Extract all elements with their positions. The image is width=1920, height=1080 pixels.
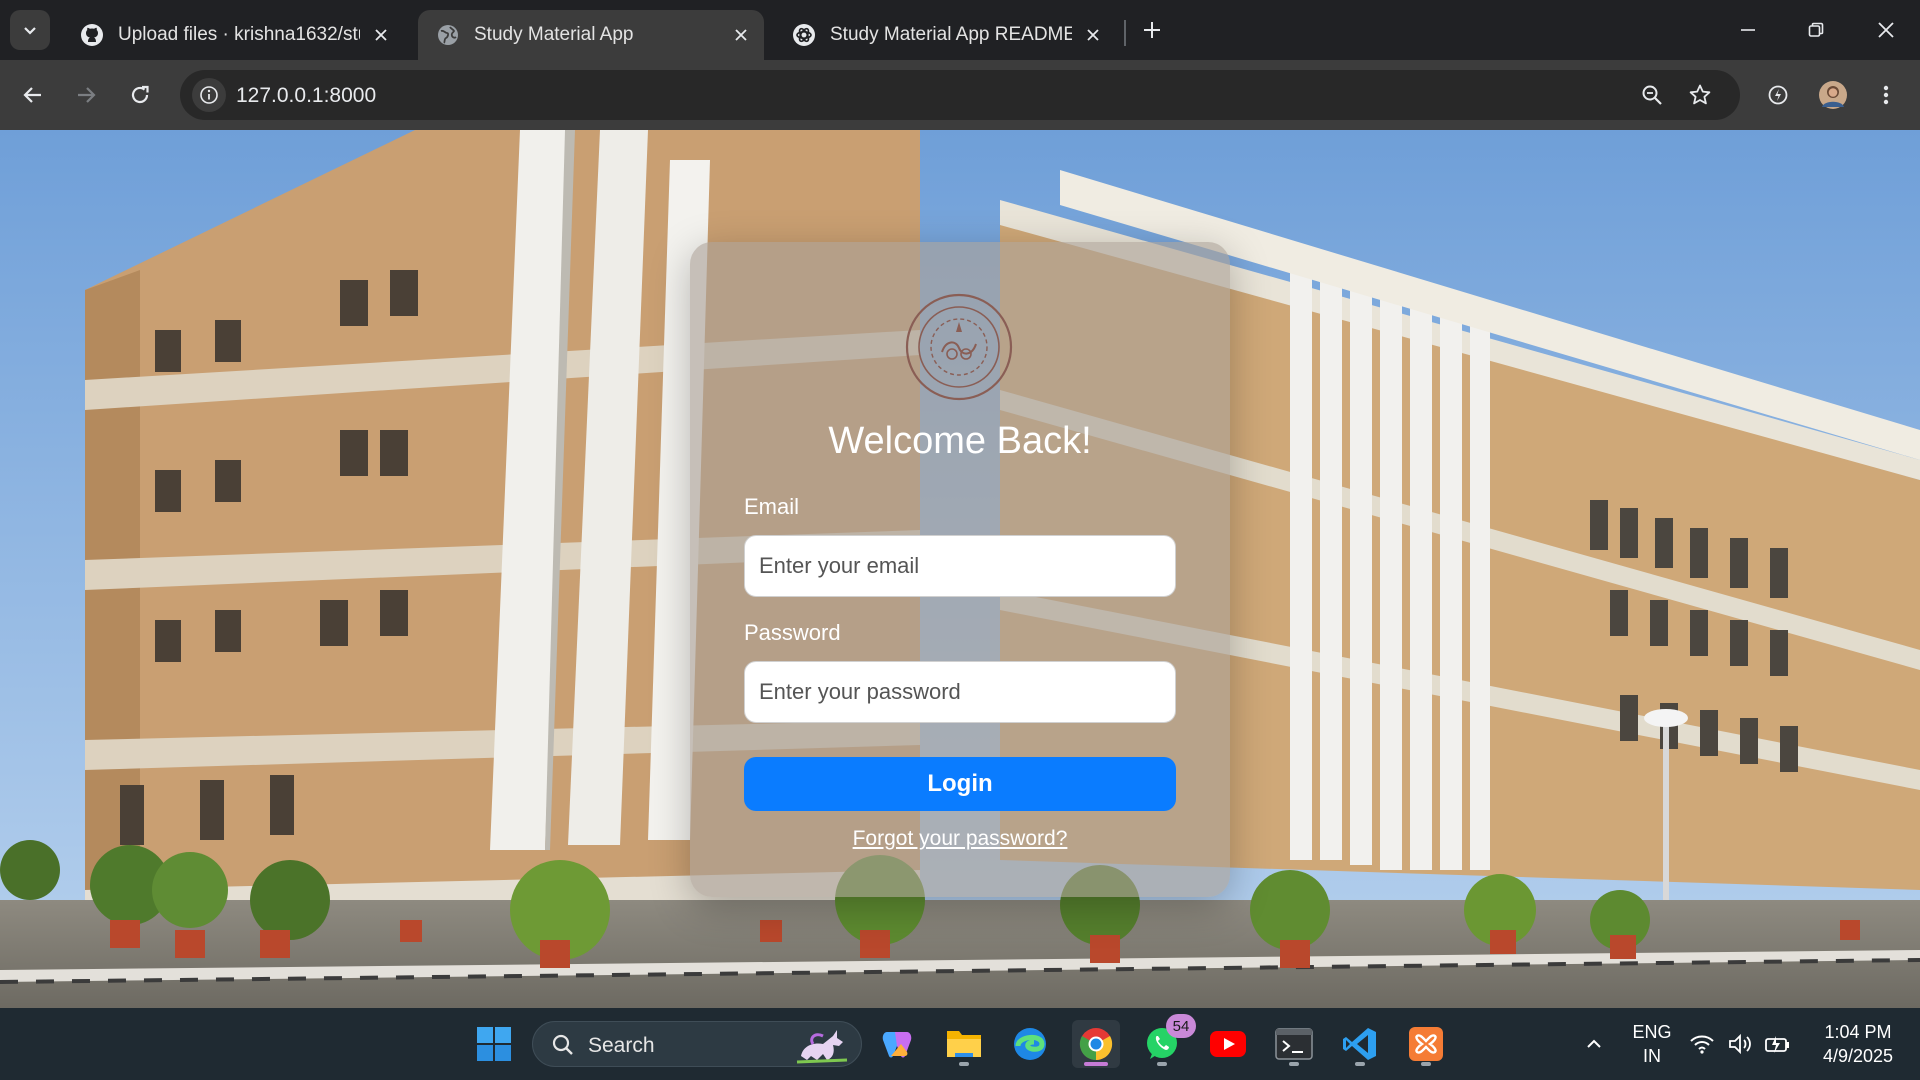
plus-icon — [1144, 22, 1160, 38]
notification-badge: 54 — [1166, 1014, 1196, 1038]
restore-icon — [1808, 22, 1824, 37]
browser-toolbar: 127.0.0.1:8000 — [0, 60, 1920, 130]
new-tab-button[interactable] — [1136, 14, 1168, 46]
search-icon — [552, 1034, 573, 1055]
taskbar-file-explorer[interactable] — [940, 1020, 988, 1068]
taskbar-youtube[interactable] — [1204, 1020, 1252, 1068]
profile-avatar[interactable] — [1813, 75, 1853, 115]
url-text[interactable]: 127.0.0.1:8000 — [236, 84, 376, 108]
back-button[interactable] — [13, 75, 53, 115]
tab-divider — [1124, 20, 1126, 46]
minimize-button[interactable] — [1726, 12, 1770, 48]
edge-icon — [1014, 1028, 1046, 1060]
college-seal-logo — [905, 293, 1013, 401]
close-icon[interactable] — [370, 24, 392, 46]
xampp-icon — [1409, 1027, 1443, 1061]
close-icon[interactable] — [730, 24, 752, 46]
close-icon — [1878, 22, 1894, 38]
search-label: Search — [588, 1034, 655, 1057]
github-icon — [80, 23, 104, 47]
tab-title: Study Material App README — [830, 24, 1072, 45]
clock-date[interactable]: 4/9/2025 — [1800, 1046, 1916, 1067]
file-explorer-icon — [947, 1031, 981, 1057]
extension-icon — [1768, 85, 1788, 105]
page-title: Welcome Back! — [828, 420, 1092, 462]
battery-icon[interactable] — [1760, 1020, 1796, 1068]
extension-button[interactable] — [1758, 75, 1798, 115]
login-button[interactable]: Login — [744, 757, 1176, 811]
clock-time[interactable]: 1:04 PM — [1800, 1022, 1916, 1043]
language-indicator-top[interactable]: ENG — [1628, 1022, 1676, 1043]
browser-tab-strip: Upload files · krishna1632/study Study M… — [0, 0, 1920, 60]
copilot-icon — [882, 1032, 912, 1058]
password-field[interactable] — [744, 661, 1176, 723]
close-window-button[interactable] — [1864, 12, 1908, 48]
taskbar-vscode[interactable] — [1336, 1020, 1384, 1068]
tab-search-button[interactable] — [10, 10, 50, 50]
avatar-icon — [1819, 81, 1847, 109]
address-bar[interactable]: 127.0.0.1:8000 — [180, 70, 1740, 120]
arrow-right-icon — [78, 87, 96, 103]
chevron-down-icon — [24, 27, 36, 35]
chatgpt-icon — [792, 23, 816, 47]
site-info-icon[interactable] — [192, 78, 226, 112]
tab-title: Upload files · krishna1632/study — [118, 24, 360, 45]
show-hidden-icons-button[interactable] — [1570, 1020, 1618, 1068]
chevron-up-icon — [1587, 1039, 1601, 1048]
terminal-icon — [1275, 1028, 1313, 1060]
taskbar-edge[interactable] — [1006, 1020, 1054, 1068]
restore-button[interactable] — [1794, 12, 1838, 48]
browser-menu-button[interactable] — [1866, 75, 1906, 115]
close-icon[interactable] — [1082, 24, 1104, 46]
youtube-icon — [1210, 1031, 1246, 1057]
tab-title: Study Material App — [474, 24, 634, 45]
email-label: Email — [744, 494, 800, 519]
volume-icon[interactable] — [1722, 1020, 1758, 1068]
minimize-icon — [1741, 29, 1755, 31]
tab-readme[interactable]: Study Material App README — [774, 10, 1116, 60]
taskbar-chrome[interactable] — [1072, 1020, 1120, 1068]
chrome-icon — [1079, 1028, 1113, 1061]
password-label: Password — [744, 620, 841, 645]
globe-icon — [436, 23, 460, 47]
reload-icon — [131, 85, 149, 104]
windows-start-button[interactable] — [470, 1020, 518, 1068]
taskbar-search[interactable]: Search — [532, 1021, 862, 1067]
reload-button[interactable] — [120, 75, 160, 115]
windows-taskbar: Search 54 ENG IN 1:04 PM 4/9/2025 — [0, 1008, 1920, 1080]
bookmark-star-icon[interactable] — [1683, 78, 1717, 112]
taskbar-terminal[interactable] — [1270, 1020, 1318, 1068]
arrow-left-icon — [23, 87, 41, 103]
vscode-icon — [1343, 1028, 1376, 1060]
windows-start-icon — [477, 1027, 511, 1061]
login-card: Welcome Back! Email Password Login Forgo… — [690, 242, 1230, 897]
taskbar-xampp[interactable] — [1402, 1020, 1450, 1068]
email-field[interactable] — [744, 535, 1176, 597]
unicorn-icon — [796, 1030, 848, 1064]
language-indicator-bottom[interactable]: IN — [1628, 1046, 1676, 1067]
taskbar-copilot[interactable] — [873, 1020, 921, 1068]
forgot-password-link[interactable]: Forgot your password? — [690, 827, 1230, 851]
tab-study-material-app[interactable]: Study Material App — [418, 10, 764, 60]
tab-upload-files[interactable]: Upload files · krishna1632/study — [62, 10, 404, 60]
forward-button[interactable] — [66, 75, 106, 115]
wifi-icon[interactable] — [1684, 1020, 1720, 1068]
page-viewport: Welcome Back! Email Password Login Forgo… — [0, 130, 1920, 1008]
more-vert-icon — [1883, 85, 1889, 105]
zoom-icon[interactable] — [1635, 78, 1669, 112]
taskbar-whatsapp[interactable]: 54 — [1138, 1014, 1196, 1068]
